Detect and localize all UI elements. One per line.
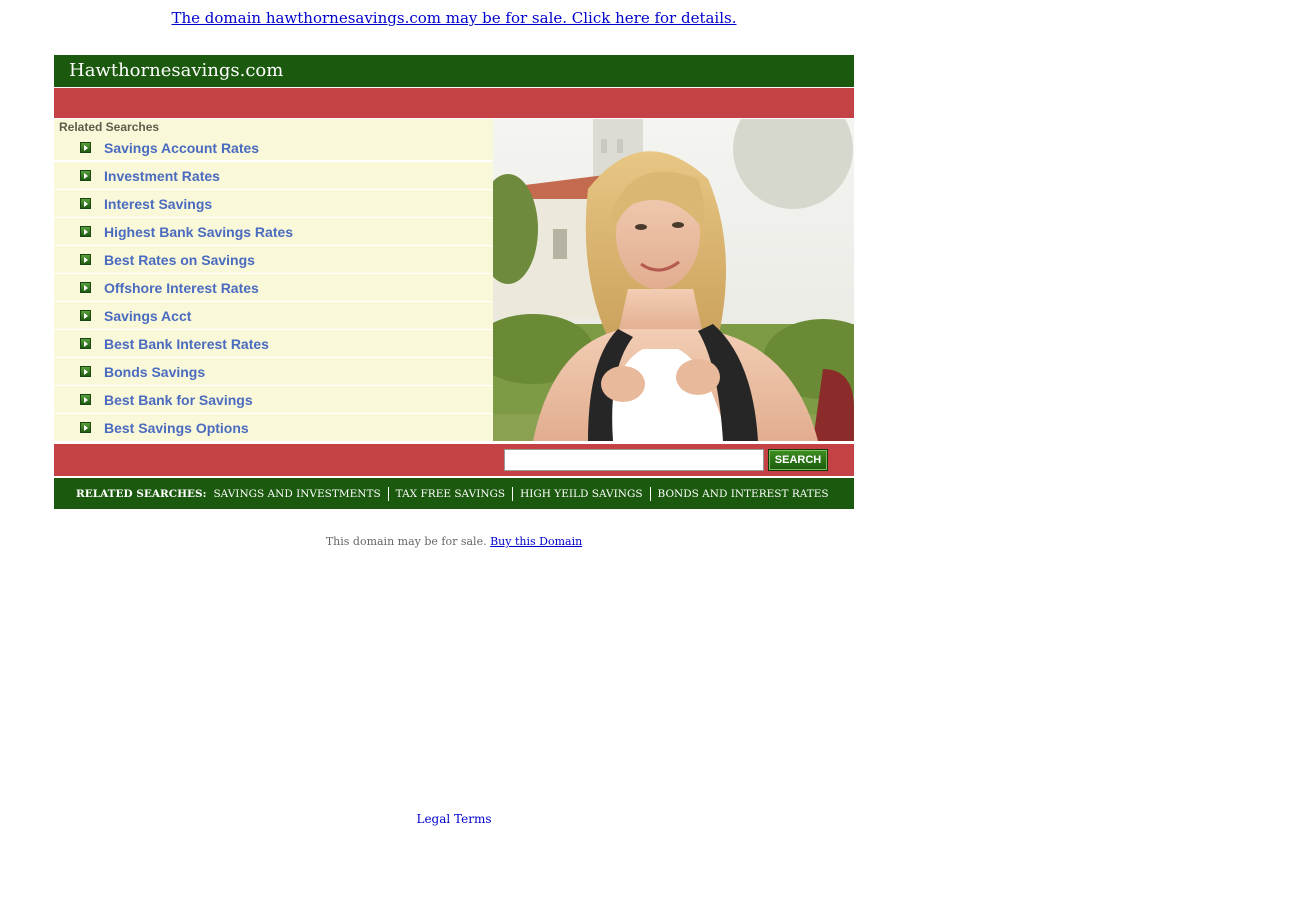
for-sale-text: This domain may be for sale.: [325, 535, 487, 548]
list-item: Highest Bank Savings Rates: [54, 218, 493, 246]
list-item: Savings Acct: [54, 302, 493, 330]
search-input[interactable]: [504, 449, 764, 471]
related-search-link[interactable]: Best Rates on Savings: [104, 252, 255, 268]
bottom-related-link[interactable]: BONDS AND INTEREST RATES: [649, 486, 836, 501]
related-search-link[interactable]: Bonds Savings: [104, 364, 205, 380]
bottom-related-label: RELATED SEARCHES:: [76, 487, 207, 500]
arrow-right-icon: [80, 198, 91, 209]
bottom-related-link[interactable]: HIGH YEILD SAVINGS: [512, 486, 649, 501]
header-red-band: [54, 88, 854, 118]
list-item: Savings Account Rates: [54, 135, 493, 162]
site-title: Hawthornesavings.com: [54, 55, 854, 87]
arrow-right-icon: [80, 310, 91, 321]
arrow-right-icon: [80, 366, 91, 377]
buy-domain-link[interactable]: Buy this Domain: [490, 535, 582, 548]
bottom-related-link[interactable]: TAX FREE SAVINGS: [387, 486, 512, 501]
hero-photo: [493, 119, 854, 441]
content-area: Related Searches Savings Account Rates I…: [54, 119, 854, 442]
list-item: Best Savings Options: [54, 414, 493, 442]
related-search-link[interactable]: Investment Rates: [104, 168, 220, 184]
list-item: Best Bank Interest Rates: [54, 330, 493, 358]
main-panel: Hawthornesavings.com Related Searches Sa…: [54, 55, 854, 509]
search-button[interactable]: SEARCH: [768, 449, 828, 471]
domain-sale-link[interactable]: The domain hawthornesavings.com may be f…: [171, 9, 736, 27]
legal-footer: Legal Terms: [0, 811, 908, 827]
bottom-related-searches: RELATED SEARCHES: SAVINGS AND INVESTMENT…: [54, 478, 854, 509]
related-search-link[interactable]: Savings Account Rates: [104, 140, 259, 156]
related-search-link[interactable]: Best Savings Options: [104, 420, 249, 436]
arrow-right-icon: [80, 422, 91, 433]
list-item: Bonds Savings: [54, 358, 493, 386]
list-item: Best Bank for Savings: [54, 386, 493, 414]
related-searches-heading: Related Searches: [59, 120, 160, 134]
arrow-right-icon: [80, 254, 91, 265]
list-item: Investment Rates: [54, 162, 493, 190]
related-searches-list: Savings Account Rates Investment Rates I…: [54, 135, 493, 442]
search-bar: SEARCH: [54, 444, 854, 476]
related-search-link[interactable]: Savings Acct: [104, 308, 191, 324]
arrow-right-icon: [80, 142, 91, 153]
arrow-right-icon: [80, 282, 91, 293]
arrow-right-icon: [80, 394, 91, 405]
for-sale-notice: This domain may be for sale. Buy this Do…: [0, 534, 908, 550]
related-searches-panel: Related Searches Savings Account Rates I…: [54, 119, 493, 442]
related-search-link[interactable]: Best Bank Interest Rates: [104, 336, 269, 352]
arrow-right-icon: [80, 170, 91, 181]
list-item: Interest Savings: [54, 190, 493, 218]
list-item: Offshore Interest Rates: [54, 274, 493, 302]
related-search-link[interactable]: Interest Savings: [104, 196, 212, 212]
related-search-link[interactable]: Highest Bank Savings Rates: [104, 224, 293, 240]
legal-terms-link[interactable]: Legal Terms: [416, 812, 491, 826]
related-search-link[interactable]: Best Bank for Savings: [104, 392, 253, 408]
list-item: Best Rates on Savings: [54, 246, 493, 274]
related-search-link[interactable]: Offshore Interest Rates: [104, 280, 259, 296]
bottom-related-link[interactable]: SAVINGS AND INVESTMENTS: [213, 487, 387, 501]
domain-sale-banner: The domain hawthornesavings.com may be f…: [0, 8, 908, 28]
arrow-right-icon: [80, 226, 91, 237]
arrow-right-icon: [80, 338, 91, 349]
